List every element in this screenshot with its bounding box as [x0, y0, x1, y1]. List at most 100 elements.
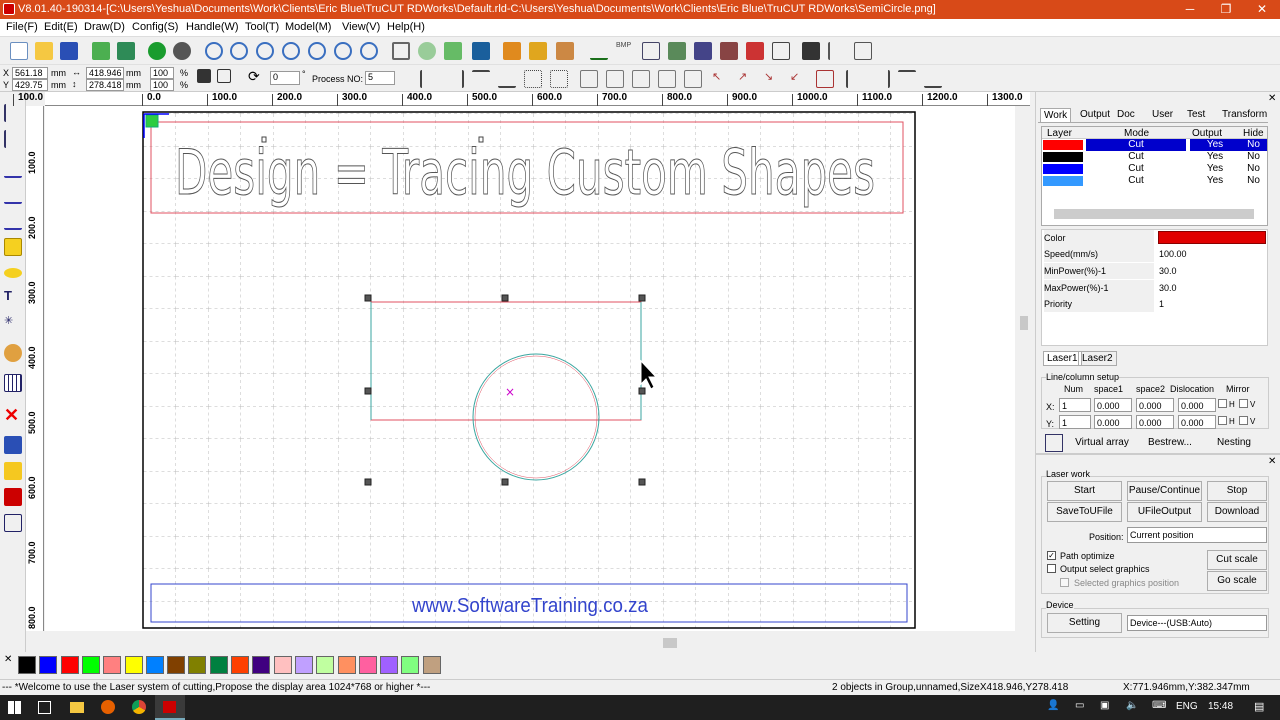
menu-handle[interactable]: Handle(W) — [186, 21, 239, 33]
menu-draw[interactable]: Draw(D) — [84, 21, 125, 33]
nesting-button[interactable]: Nesting — [1204, 434, 1264, 454]
laserwork-close-icon[interactable]: ✕ — [1268, 456, 1276, 467]
tree-icon[interactable] — [668, 42, 686, 60]
move-center-icon[interactable] — [816, 70, 834, 88]
import-icon[interactable] — [92, 42, 110, 60]
scale-x-field[interactable]: 100 — [150, 67, 174, 79]
mirror-x-v-checkbox[interactable] — [1239, 399, 1248, 408]
laser-icon[interactable] — [746, 42, 764, 60]
maxpower-value[interactable]: 30.0 — [1159, 280, 1177, 296]
palette-swatch[interactable] — [188, 656, 207, 674]
grid-icon[interactable] — [4, 374, 22, 392]
array-y-disloc[interactable]: 0.000 — [1178, 415, 1216, 429]
mirror-y-v-checkbox[interactable] — [1239, 416, 1248, 425]
save-to-ufile-button[interactable]: SaveToUFile — [1047, 502, 1122, 522]
delete-icon[interactable]: ✕ — [4, 406, 22, 424]
maximize-button[interactable]: ❐ — [1208, 0, 1244, 19]
palette-swatch[interactable] — [358, 656, 377, 674]
tab-work[interactable]: Work — [1040, 108, 1072, 122]
import-image-icon[interactable] — [4, 344, 22, 362]
palette-swatch[interactable] — [167, 656, 186, 674]
palette-swatch[interactable] — [231, 656, 249, 674]
menu-file[interactable]: File(F) — [6, 21, 38, 33]
zoom-fit-icon[interactable] — [308, 42, 326, 60]
combine-icon[interactable] — [556, 42, 574, 60]
curve-draw-icon[interactable] — [4, 212, 22, 230]
palette-swatch[interactable] — [294, 656, 313, 674]
align-right-icon[interactable] — [446, 70, 464, 88]
zoom-plus-icon[interactable] — [230, 42, 248, 60]
close-button[interactable]: ✕ — [1244, 0, 1280, 19]
menu-view[interactable]: View(V) — [342, 21, 380, 33]
bmp-icon[interactable]: BMP — [616, 42, 634, 60]
palette-swatch[interactable] — [401, 656, 420, 674]
save-icon[interactable] — [60, 42, 78, 60]
tab-laser2[interactable]: Laser2 — [1078, 351, 1117, 366]
equal-size-icon[interactable] — [632, 70, 650, 88]
tab-output[interactable]: Output — [1077, 108, 1113, 121]
palette-swatch[interactable] — [103, 656, 122, 674]
volume-icon[interactable]: 🔈 — [1126, 700, 1138, 711]
bestrew-button[interactable]: Bestrew... — [1140, 434, 1200, 454]
network-icon[interactable]: ▣ — [1100, 700, 1109, 711]
trace-icon[interactable] — [828, 42, 846, 60]
pause-continue-button[interactable]: Pause/Continue — [1127, 481, 1202, 501]
dist-top-icon[interactable] — [898, 70, 916, 88]
matrix-icon[interactable] — [4, 514, 22, 532]
heading-text[interactable]: Design = Tracing Custom Shapes — [175, 136, 876, 210]
horizontal-scrollbar[interactable] — [45, 636, 1017, 650]
menu-edit[interactable]: Edit(E) — [44, 21, 78, 33]
rect-icon[interactable] — [642, 42, 660, 60]
mirror-icon[interactable] — [217, 69, 231, 83]
height-field[interactable]: 278.418 — [86, 79, 124, 91]
device-select[interactable]: Device---(USB:Auto) — [1127, 615, 1267, 631]
table-row[interactable]: Cut Yes No — [1042, 139, 1267, 151]
zoom-all-icon[interactable] — [360, 42, 378, 60]
menu-config[interactable]: Config(S) — [132, 21, 178, 33]
node-edit-icon[interactable] — [4, 130, 22, 148]
zoom-page-icon[interactable] — [282, 42, 300, 60]
table-row[interactable]: Cut Yes No — [1042, 151, 1267, 163]
palette-swatch[interactable] — [124, 656, 143, 674]
ellipse-icon[interactable] — [4, 268, 22, 278]
palette-swatch[interactable] — [39, 656, 58, 674]
path-optimize-checkbox[interactable]: ✓ — [1047, 551, 1056, 560]
group-icon[interactable] — [503, 42, 521, 60]
move-se-icon[interactable]: ↘ — [764, 70, 782, 88]
rdworks-task[interactable] — [155, 695, 185, 720]
menu-help[interactable]: Help(H) — [387, 21, 425, 33]
node-icon[interactable] — [418, 42, 436, 60]
rectangle-icon[interactable] — [4, 238, 22, 256]
position-select[interactable]: Current position — [1127, 527, 1267, 543]
array-y-space1[interactable]: 0.000 — [1094, 415, 1132, 429]
palette-swatch[interactable] — [209, 656, 228, 674]
space-v-icon[interactable] — [872, 70, 890, 88]
footer-text[interactable]: www.SoftwareTraining.co.za — [411, 595, 649, 617]
distribute-icon[interactable] — [720, 42, 738, 60]
no-color-icon[interactable]: ✕ — [4, 654, 12, 665]
x-position-field[interactable]: 561.18 — [12, 67, 48, 79]
mirror-v-icon[interactable] — [4, 462, 22, 480]
stop-button[interactable]: Stop — [1207, 481, 1267, 501]
battery-icon[interactable]: ▭ — [1075, 700, 1084, 711]
rotate-field[interactable]: 0 — [270, 71, 300, 85]
equal-height-icon[interactable] — [606, 70, 624, 88]
array-grid-icon[interactable] — [1045, 434, 1063, 452]
array-y-num[interactable]: 1 — [1059, 415, 1091, 429]
palette-swatch[interactable] — [422, 656, 441, 674]
firefox-icon[interactable] — [101, 700, 115, 714]
download-button[interactable]: Download — [1207, 502, 1267, 522]
start-button[interactable]: Start — [1047, 481, 1122, 501]
panel-close-icon[interactable]: ✕ — [1268, 93, 1276, 104]
hscroll-thumb[interactable] — [663, 638, 677, 648]
palette-swatch[interactable] — [316, 656, 335, 674]
space-h-icon[interactable] — [846, 70, 864, 88]
minimize-button[interactable]: ─ — [1172, 0, 1208, 19]
width-field[interactable]: 418.946 — [86, 67, 124, 79]
export-icon[interactable] — [117, 42, 135, 60]
y-position-field[interactable]: 429.75 — [12, 79, 48, 91]
virtual-array-button[interactable]: Virtual array — [1066, 434, 1138, 454]
palette-swatch[interactable] — [380, 656, 399, 674]
redo-icon[interactable] — [173, 42, 191, 60]
task-view-icon[interactable] — [38, 701, 51, 714]
